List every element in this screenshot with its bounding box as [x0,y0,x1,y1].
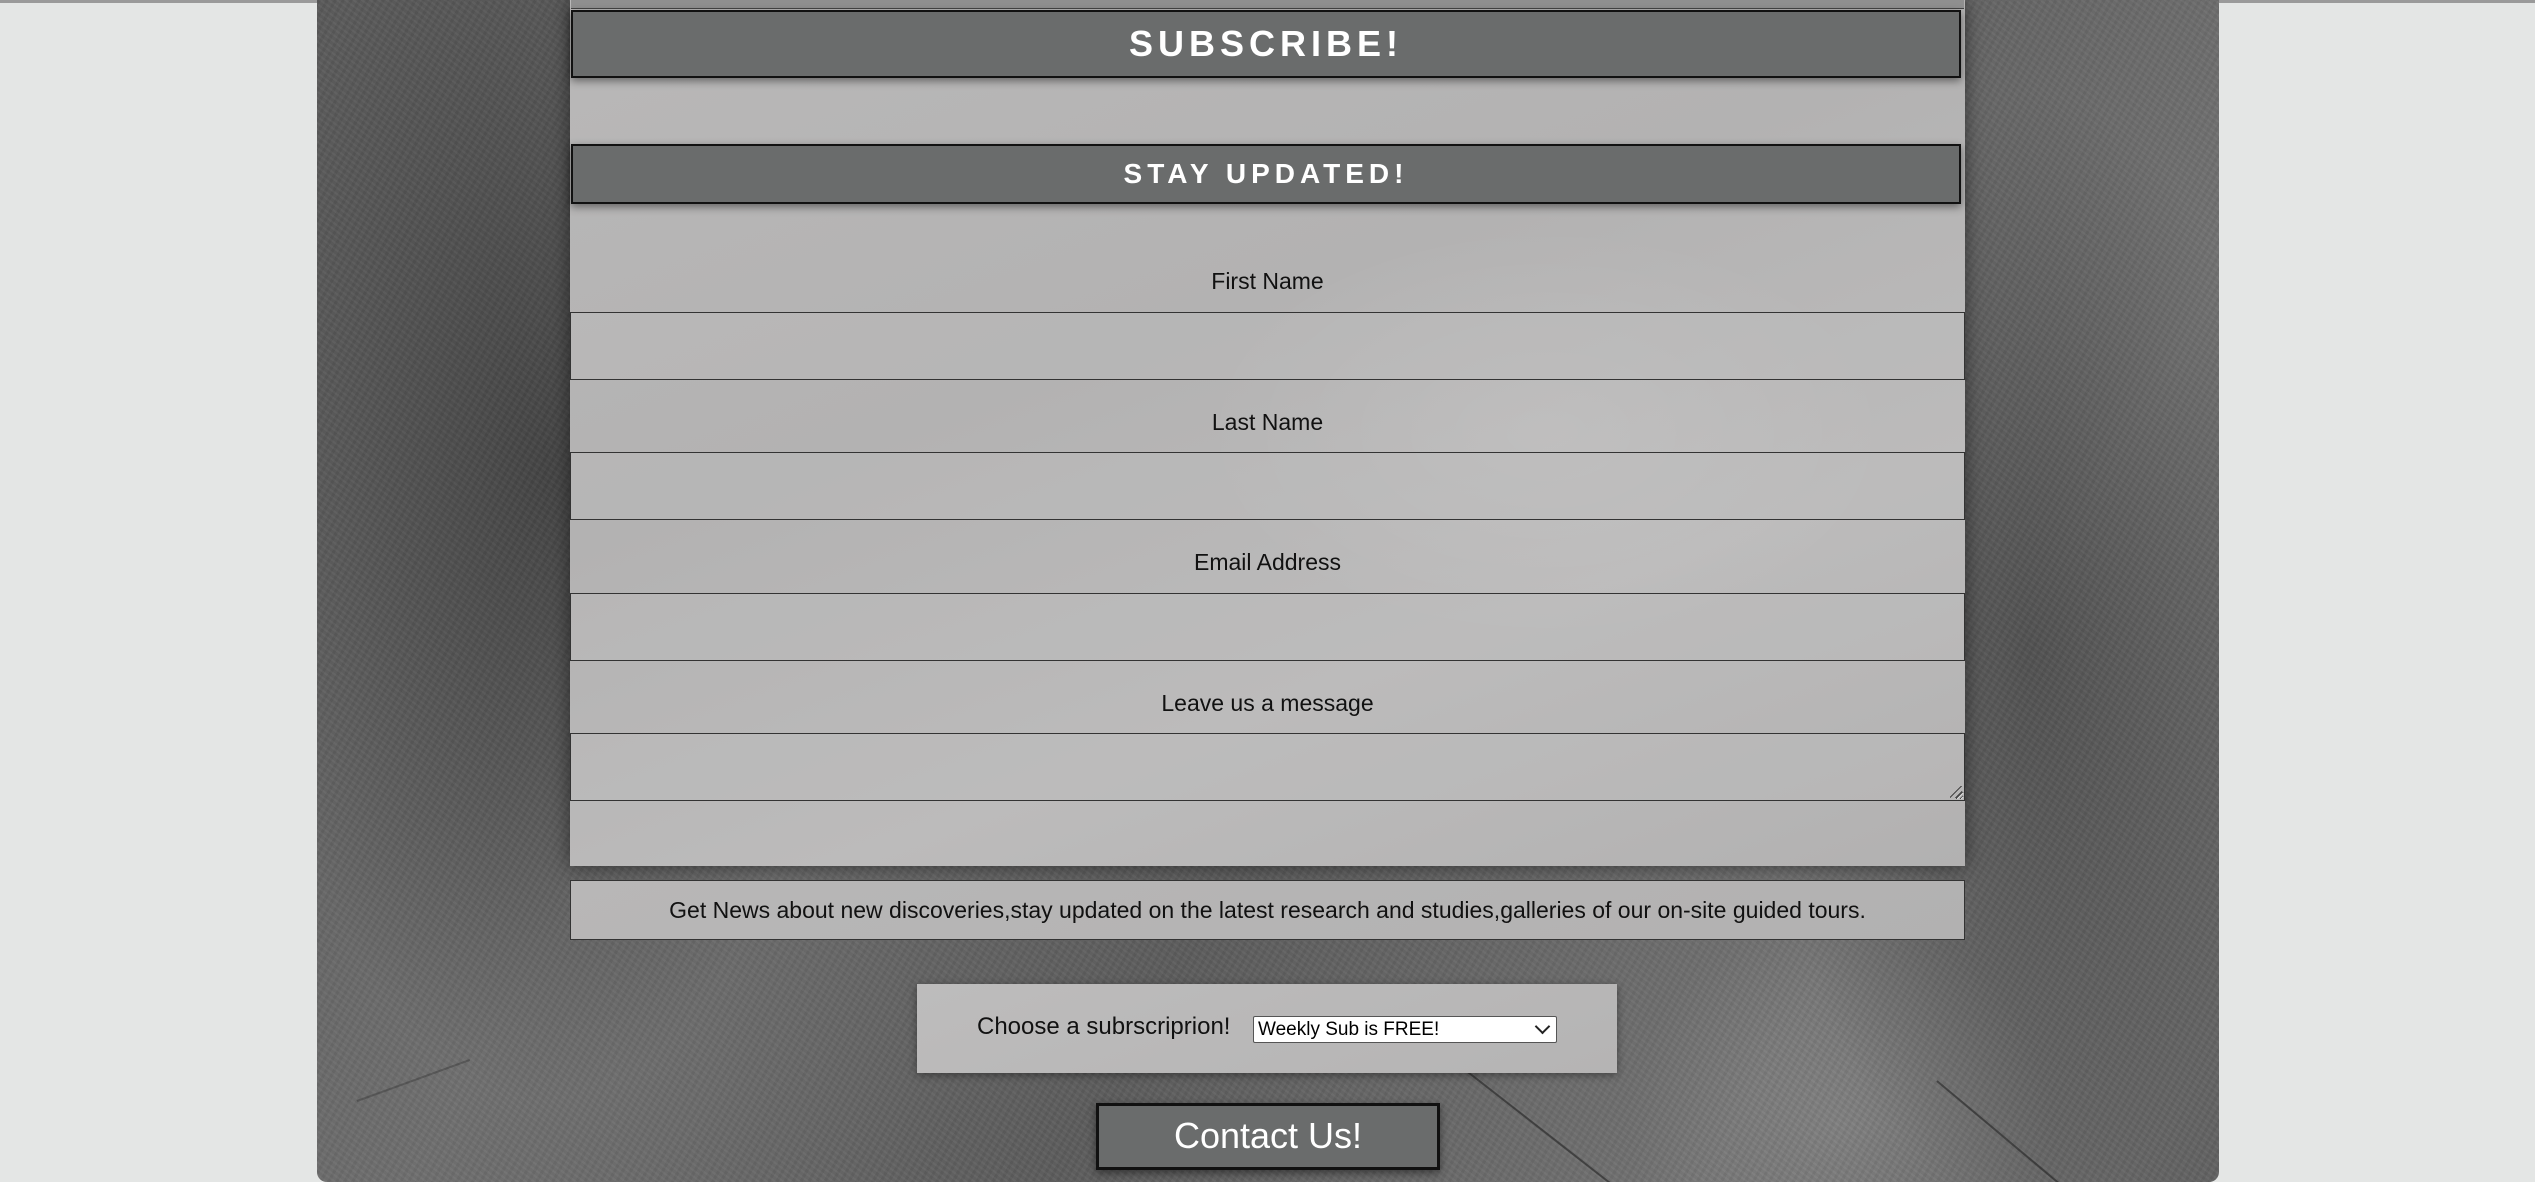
resize-grip-icon[interactable] [1950,786,1962,798]
message-field[interactable] [570,733,1965,801]
last-name-field[interactable] [570,452,1965,520]
first-name-label: First Name [1211,268,1324,294]
subscription-label: Choose a subrscriprion! [977,1013,1231,1040]
contact-us-button[interactable]: Contact Us! [1096,1103,1440,1170]
subscription-select[interactable]: Weekly Sub is FREE! [1253,1016,1557,1043]
first-name-field[interactable] [570,312,1965,380]
email-label: Email Address [1193,549,1341,575]
chevron-down-icon [1534,1018,1551,1035]
message-label: Leave us a message [1161,690,1374,716]
stay-updated-heading: STAY UPDATED! [571,144,1961,204]
last-name-label: Last Name [1211,409,1324,435]
subscription-selected-value: Weekly Sub is FREE! [1258,1019,1440,1040]
news-description: Get News about new discoveries,stay upda… [570,880,1965,940]
top-divider [571,0,1964,9]
email-field[interactable] [570,593,1965,661]
subscribe-heading: SUBSCRIBE! [571,10,1961,78]
subscription-box: Choose a subrscriprion! Weekly Sub is FR… [917,984,1617,1073]
